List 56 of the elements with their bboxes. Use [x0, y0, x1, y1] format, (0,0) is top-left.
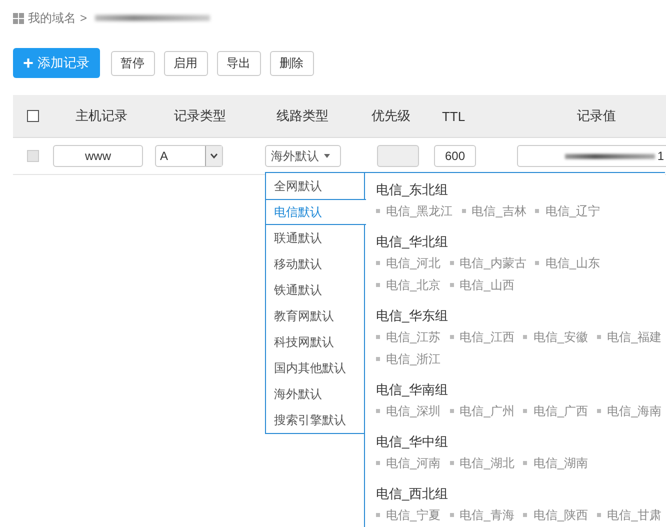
group-heading: 电信_华北组: [376, 233, 450, 251]
region-option[interactable]: 电信_陕西: [523, 504, 588, 526]
column-header: 优先级: [372, 107, 410, 125]
region-option[interactable]: 电信_河北: [376, 252, 441, 274]
region-option[interactable]: 电信_深圳: [376, 400, 441, 422]
column-header: TTL: [442, 108, 466, 124]
column-header: 记录类型: [174, 107, 226, 125]
group-heading: 电信_华南组: [376, 381, 450, 399]
region-option[interactable]: 电信_浙江: [376, 348, 441, 370]
column-header: 线路类型: [276, 107, 328, 125]
caret-icon: [210, 153, 218, 159]
region-option[interactable]: 电信_吉林: [462, 200, 526, 222]
group-heading: 电信_华中组: [376, 433, 450, 451]
select-all-checkbox[interactable]: [27, 110, 39, 122]
region-option[interactable]: 电信_江西: [450, 326, 514, 348]
region-option[interactable]: 电信_山东: [535, 252, 600, 274]
add-record-button[interactable]: + 添加记录: [13, 48, 100, 78]
toolbar-button[interactable]: 删除: [270, 50, 314, 76]
line-option[interactable]: 科技网默认: [266, 329, 364, 355]
region-option[interactable]: 电信_海南: [597, 400, 662, 422]
line-option[interactable]: 全网默认: [266, 173, 364, 199]
toolbar-button[interactable]: 启用: [164, 50, 208, 76]
region-option[interactable]: 电信_内蒙古: [450, 252, 526, 274]
line-option[interactable]: 联通默认: [266, 225, 364, 251]
grid-icon: [13, 12, 24, 24]
breadcrumb-separator: >: [80, 11, 88, 25]
region-option[interactable]: 电信_青海: [450, 504, 514, 526]
region-option[interactable]: 电信_福建: [597, 326, 662, 348]
column-header: 主机记录: [76, 107, 128, 125]
line-option[interactable]: 国内其他默认: [266, 355, 364, 381]
toolbar-button[interactable]: 暂停: [110, 50, 155, 76]
region-option[interactable]: 电信_湖北: [450, 452, 514, 474]
line-option[interactable]: 移动默认: [266, 251, 364, 277]
group-heading: 电信_华东组: [376, 307, 450, 325]
group-heading: 电信_东北组: [376, 181, 450, 199]
toolbar-button[interactable]: 导出: [216, 50, 261, 76]
region-option[interactable]: 电信_山西: [450, 274, 514, 296]
line-option[interactable]: 搜索引擎默认: [266, 407, 364, 433]
breadcrumb-link[interactable]: 我的域名: [28, 10, 76, 26]
group-heading: 电信_西北组: [376, 485, 450, 503]
column-header: 记录值: [577, 107, 616, 125]
region-option[interactable]: 电信_江苏: [376, 326, 441, 348]
region-option[interactable]: 电信_甘肃: [597, 504, 662, 526]
region-option[interactable]: 电信_广西: [523, 400, 588, 422]
region-option[interactable]: 电信_广州: [450, 400, 514, 422]
region-option[interactable]: 电信_宁夏: [376, 504, 441, 526]
region-option[interactable]: 电信_北京: [376, 274, 441, 296]
line-option[interactable]: 电信默认: [266, 199, 366, 225]
line-option[interactable]: 铁通默认: [266, 277, 364, 303]
region-option[interactable]: 电信_湖南: [523, 452, 588, 474]
region-option[interactable]: 电信_黑龙江: [376, 200, 453, 222]
region-option[interactable]: 电信_安徽: [523, 326, 588, 348]
line-option[interactable]: 教育网默认: [266, 303, 364, 329]
region-option[interactable]: 电信_河南: [376, 452, 441, 474]
line-option[interactable]: 海外默认: [266, 381, 364, 407]
region-option[interactable]: 电信_辽宁: [535, 200, 600, 222]
